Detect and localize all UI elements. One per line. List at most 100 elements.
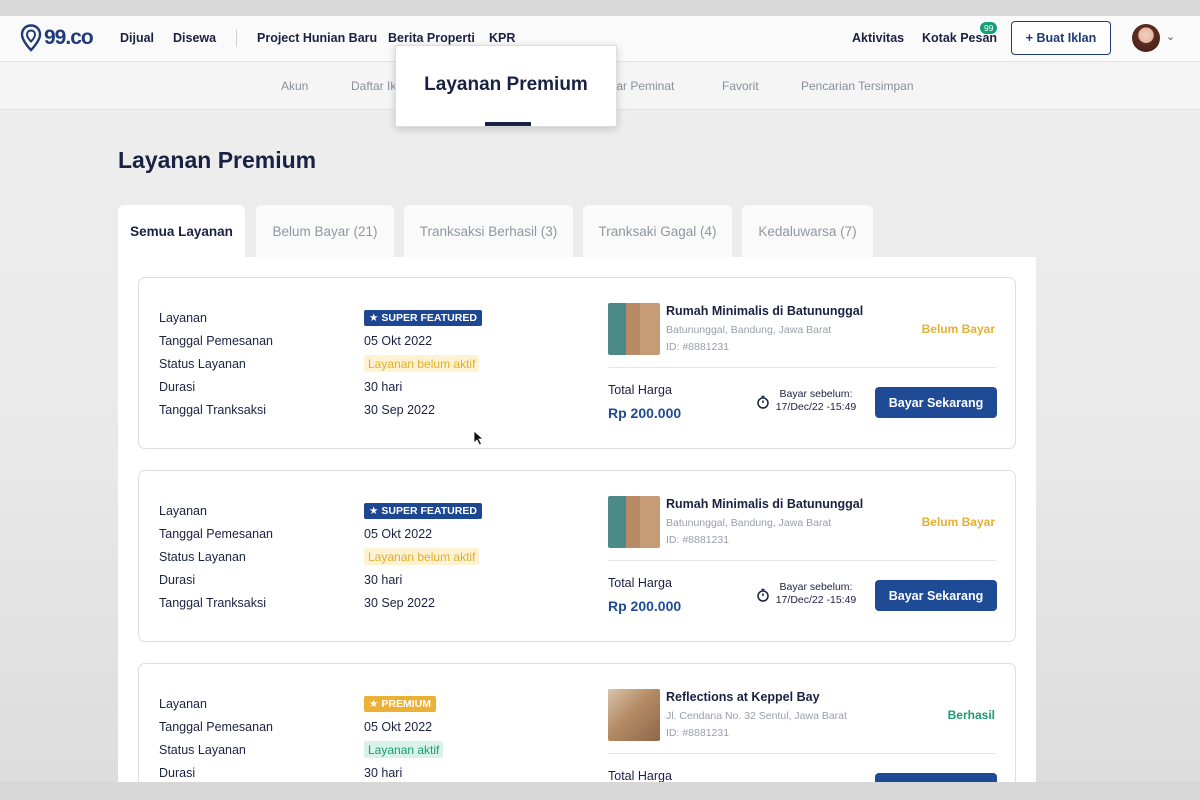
label-tanggal-transaksi: Tanggal Tranksaksi [159,596,267,610]
subnav-daftar-peminat[interactable]: tar Peminat [613,79,674,93]
property-name[interactable]: Rumah Minimalis di Batununggal [666,304,863,318]
pay-before-date: 17/Dec/22 -15:49 [775,401,857,413]
nav-aktivitas[interactable]: Aktivitas [852,31,904,45]
card-divider [608,753,996,754]
map-pin-logo-icon [20,24,42,52]
transaction-date-value: 30 Sep 2022 [364,596,435,610]
pay-before-label: Bayar sebelum: [779,388,853,400]
label-tanggal-pemesanan: Tanggal Pemesanan [159,334,273,348]
star-icon: ★ [369,312,379,324]
avatar[interactable] [1132,24,1160,52]
highlight-label: Layanan Premium [424,74,588,95]
property-address: Batununggal, Bandung, Jawa Barat [666,517,832,529]
nav-kpr[interactable]: KPR [489,31,515,45]
payment-deadline: Bayar sebelum: 17/Dec/22 -15:49 [773,388,859,414]
duration-value: 30 hari [364,573,403,587]
label-durasi: Durasi [159,380,196,394]
nav-divider [236,29,237,47]
duration-value: 30 hari [364,766,403,780]
video-frame-top [0,0,1200,16]
mouse-cursor-icon [473,430,485,446]
logo-text: 99.co [44,26,94,49]
star-icon: ★ [369,698,379,710]
total-price-label: Total Harga [608,383,672,397]
package-badge: ★ SUPER FEATURED [364,503,482,519]
tab-kedaluwarsa[interactable]: Kedaluwarsa (7) [742,205,873,257]
property-id: ID: #8881231 [666,341,730,353]
card-divider [608,367,996,368]
total-price-value: Rp 200.000 [608,405,682,421]
package-badge: ★ PREMIUM [364,696,437,712]
property-name[interactable]: Reflections at Keppel Bay [666,690,820,704]
property-thumbnail[interactable] [608,689,660,741]
package-name: SUPER FEATURED [381,312,477,324]
order-card: Layanan Tanggal Pemesanan Status Layanan… [138,663,1016,800]
subnav-favorit[interactable]: Favorit [722,79,759,93]
label-status-layanan: Status Layanan [159,743,246,757]
label-durasi: Durasi [159,573,196,587]
create-listing-button[interactable]: + Buat Iklan [1011,21,1111,55]
service-status-badge: Layanan aktif [364,741,444,758]
property-address: Batununggal, Bandung, Jawa Barat [666,324,832,336]
order-date-value: 05 Okt 2022 [364,334,433,348]
nav-berita-properti[interactable]: Berita Properti [388,31,475,45]
chevron-down-icon[interactable]: ⌄ [1166,30,1175,43]
payment-status: Belum Bayar [921,515,995,529]
service-status-badge: Layanan belum aktif [364,355,480,372]
order-date-value: 05 Okt 2022 [364,527,433,541]
star-icon: ★ [369,505,379,517]
nav-disewa[interactable]: Disewa [173,31,216,45]
logo[interactable]: 99.co [20,24,94,52]
package-name: SUPER FEATURED [381,505,477,517]
tab-transaksi-gagal[interactable]: Tranksaki Gagal (4) [583,205,732,257]
timer-icon [757,588,769,602]
property-name[interactable]: Rumah Minimalis di Batununggal [666,497,863,511]
pay-now-button[interactable]: Bayar Sekarang [875,387,997,418]
order-card: Layanan Tanggal Pemesanan Status Layanan… [138,277,1016,449]
pay-now-button[interactable]: Bayar Sekarang [875,580,997,611]
label-status-layanan: Status Layanan [159,357,246,371]
pay-before-label: Bayar sebelum: [779,581,853,593]
payment-status: Belum Bayar [921,322,995,336]
total-price-value: Rp 200.000 [608,598,682,614]
label-tanggal-pemesanan: Tanggal Pemesanan [159,527,273,541]
label-layanan: Layanan [159,504,207,518]
inbox-count-badge: 99 [980,22,998,34]
pay-before-date: 17/Dec/22 -15:49 [775,594,857,606]
card-divider [608,560,996,561]
label-layanan: Layanan [159,697,207,711]
label-layanan: Layanan [159,311,207,325]
property-id: ID: #8881231 [666,534,730,546]
nav-project-hunian-baru[interactable]: Project Hunian Baru [257,31,377,45]
tab-semua-layanan[interactable]: Semua Layanan [118,205,245,258]
page-title: Layanan Premium [118,147,317,173]
label-tanggal-pemesanan: Tanggal Pemesanan [159,720,273,734]
duration-value: 30 hari [364,380,403,394]
label-status-layanan: Status Layanan [159,550,246,564]
video-frame-bottom [0,782,1200,800]
timer-icon [757,395,769,409]
subnav-layanan-premium-highlight[interactable]: Layanan Premium [395,45,617,127]
payment-status: Berhasil [947,708,995,722]
label-tanggal-transaksi: Tanggal Tranksaksi [159,403,267,417]
tab-transaksi-berhasil[interactable]: Tranksaksi Berhasil (3) [404,205,573,257]
property-thumbnail[interactable] [608,496,660,548]
active-tab-underline [485,122,531,126]
property-thumbnail[interactable] [608,303,660,355]
label-durasi: Durasi [159,766,196,780]
total-price-label: Total Harga [608,769,672,783]
package-name: PREMIUM [381,698,432,710]
property-id: ID: #8881231 [666,727,730,739]
subnav-pencarian-tersimpan[interactable]: Pencarian Tersimpan [801,79,914,93]
nav-dijual[interactable]: Dijual [120,31,154,45]
payment-deadline: Bayar sebelum: 17/Dec/22 -15:49 [773,581,859,607]
order-date-value: 05 Okt 2022 [364,720,433,734]
package-badge: ★ SUPER FEATURED [364,310,482,326]
subnav-akun[interactable]: Akun [281,79,308,93]
property-address: Jl. Cendana No. 32 Sentul, Jawa Barat [666,710,847,722]
order-card: Layanan Tanggal Pemesanan Status Layanan… [138,470,1016,642]
tab-belum-bayar[interactable]: Belum Bayar (21) [256,205,394,257]
transaction-date-value: 30 Sep 2022 [364,403,435,417]
total-price-label: Total Harga [608,576,672,590]
service-status-badge: Layanan belum aktif [364,548,480,565]
